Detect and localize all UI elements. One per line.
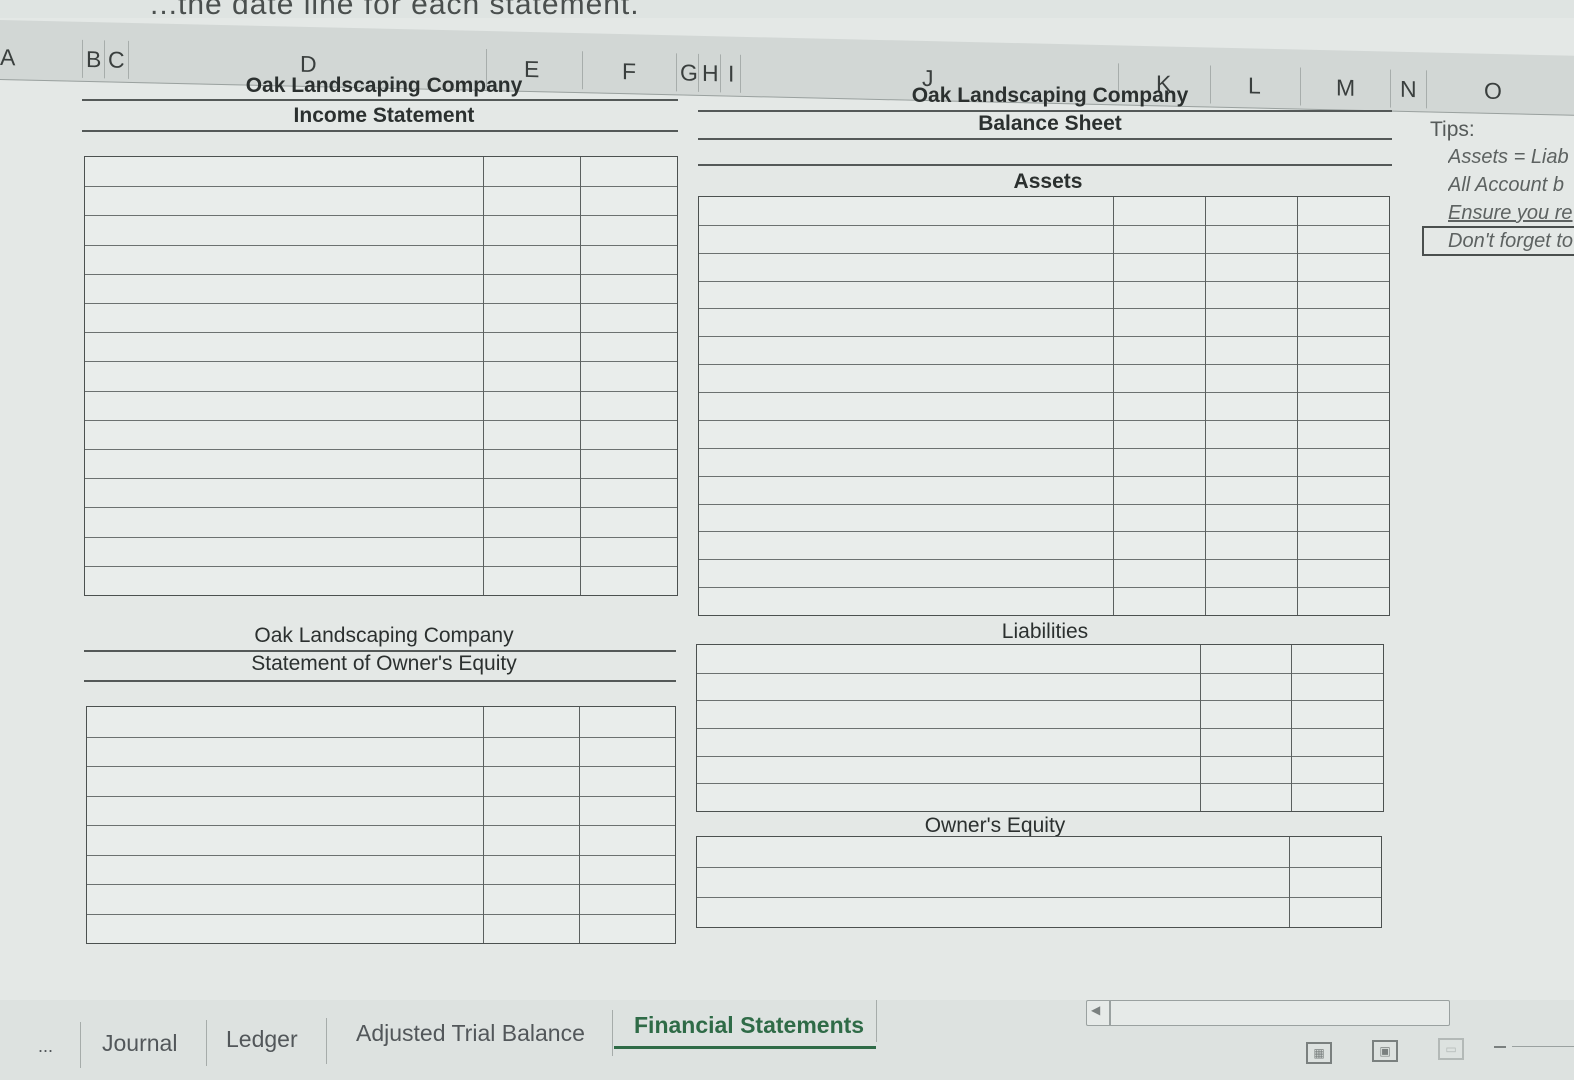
horizontal-scrollbar[interactable]: ◀ — [1086, 1000, 1450, 1026]
liabilities-grid[interactable] — [696, 644, 1384, 812]
balance-sheet-title: Balance Sheet — [978, 112, 1122, 135]
tab-adjusted-trial-balance[interactable]: Adjusted Trial Balance — [356, 1020, 585, 1047]
sheet-tab-bar: ... Journal Ledger Adjusted Trial Balanc… — [0, 1000, 1574, 1080]
income-statement-title: Income Statement — [293, 104, 475, 127]
column-header-c[interactable]: C — [108, 46, 125, 73]
instruction-text: ...the date line for each statement. — [150, 0, 640, 18]
column-header-n[interactable]: N — [1400, 76, 1417, 103]
owners-equity-statement-grid[interactable] — [86, 706, 676, 944]
tip-item: All Account b — [1448, 174, 1564, 196]
owners-equity-label: Owner's Equity — [924, 814, 1066, 837]
column-header-a[interactable]: A — [0, 44, 15, 71]
income-statement-company: Oak Landscaping Company — [245, 74, 523, 97]
balance-sheet-company: Oak Landscaping Company — [911, 84, 1189, 107]
tab-financial-statements[interactable]: Financial Statements — [634, 1012, 864, 1039]
tab-journal[interactable]: Journal — [102, 1030, 177, 1057]
tab-ledger[interactable]: Ledger — [226, 1026, 298, 1053]
page-layout-view-icon[interactable]: ▣ — [1372, 1040, 1398, 1062]
scroll-left-icon[interactable]: ◀ — [1091, 1003, 1100, 1017]
assets-grid[interactable] — [698, 196, 1390, 616]
tips-label: Tips: — [1430, 118, 1475, 141]
owners-equity-statement-title: Statement of Owner's Equity — [251, 652, 517, 675]
page-break-view-icon[interactable]: ▭ — [1438, 1038, 1464, 1060]
column-header-b[interactable]: B — [86, 46, 101, 73]
tab-overflow-button[interactable]: ... — [38, 1036, 53, 1057]
zoom-slider[interactable] — [1512, 1046, 1574, 1047]
zoom-out-icon[interactable] — [1494, 1046, 1506, 1048]
column-header-o[interactable]: O — [1484, 78, 1502, 105]
normal-view-icon[interactable]: ▦ — [1306, 1042, 1332, 1064]
tip-item: Don't forget to — [1448, 230, 1573, 252]
instruction-strip: ...the date line for each statement. — [0, 0, 1574, 18]
income-statement-grid[interactable] — [84, 156, 678, 596]
tip-item: Ensure you re — [1448, 202, 1573, 224]
owners-equity-statement-company: Oak Landscaping Company — [254, 624, 514, 647]
owners-equity-grid[interactable] — [696, 836, 1382, 928]
tip-item: Assets = Liab — [1448, 146, 1569, 168]
assets-label: Assets — [1013, 170, 1083, 193]
liabilities-label: Liabilities — [1001, 620, 1089, 643]
